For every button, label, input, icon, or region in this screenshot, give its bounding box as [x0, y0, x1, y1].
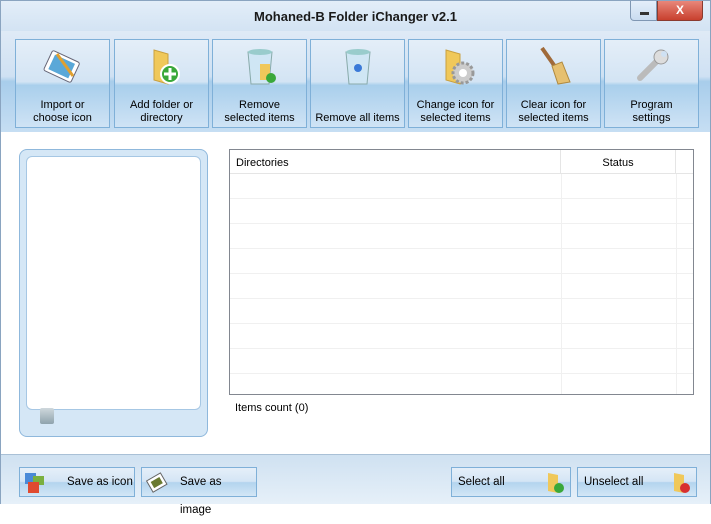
column-divider: [676, 174, 677, 394]
save-as-image-label: Save as image: [180, 476, 222, 516]
folder-gear-icon: [445, 49, 475, 85]
import-label-2: choose icon: [33, 112, 92, 124]
table-row: [230, 174, 693, 199]
table-row: [230, 349, 693, 374]
window-title: Mohaned-B Folder iChanger v2.1: [254, 9, 457, 24]
clear-icon-label-1: Clear icon for: [520, 99, 587, 111]
icon-preview-panel: [19, 149, 208, 437]
add-folder-button[interactable]: Add folder or directory: [114, 39, 209, 128]
items-count: Items count (0): [235, 402, 309, 414]
close-button[interactable]: X: [657, 1, 703, 21]
save-as-icon-label: Save as icon: [67, 476, 133, 488]
unselect-all-label: Unselect all: [584, 476, 644, 488]
select-all-button[interactable]: Select all: [451, 467, 571, 497]
table-row: [230, 299, 693, 324]
unselect-all-button[interactable]: Unselect all: [577, 467, 697, 497]
photo-icon: [146, 472, 168, 493]
table-row: [230, 249, 693, 274]
select-all-label: Select all: [458, 476, 505, 488]
recycle-bin-icon: [345, 49, 371, 85]
column-status[interactable]: Status: [561, 150, 676, 174]
remove-selected-label-2: selected items: [224, 112, 295, 124]
remove-selected-button[interactable]: Remove selected items: [212, 39, 307, 128]
add-folder-label-1: Add folder or: [130, 99, 193, 111]
import-button[interactable]: Import or choose icon: [15, 39, 110, 128]
table-row: [230, 274, 693, 299]
folder-add-icon: [153, 49, 180, 85]
clear-icon-label-2: selected items: [518, 112, 589, 124]
minimize-button[interactable]: [630, 1, 657, 21]
toolbar: Import or choose icon Add folder or direct…: [1, 31, 710, 132]
folder-remove-icon: [674, 473, 690, 493]
table-row: [230, 199, 693, 224]
import-label-1: Import or: [40, 99, 85, 111]
change-icon-button[interactable]: Change icon for selected items: [408, 39, 503, 128]
table-header: Directories Status: [230, 150, 693, 174]
settings-label-2: settings: [632, 112, 671, 124]
change-icon-label-1: Change icon for: [416, 99, 495, 111]
save-as-icon-button[interactable]: Save as icon: [19, 467, 135, 497]
folder-check-icon: [548, 473, 564, 493]
save-as-image-button[interactable]: Save as image: [141, 467, 257, 516]
column-divider: [561, 174, 562, 394]
wrench-icon: [637, 49, 669, 81]
title-bar: Mohaned-B Folder iChanger v2.1: [1, 1, 710, 31]
remove-selected-label-1: Remove: [239, 99, 280, 111]
clear-icon-button[interactable]: Clear icon for selected items: [506, 39, 601, 128]
table-row: [230, 224, 693, 249]
app-window: Mohaned-B Folder iChanger v2.1 X Import …: [0, 0, 711, 516]
remove-all-label-2: Remove all items: [315, 112, 400, 124]
table-row: [230, 324, 693, 349]
icon-preview-area[interactable]: [26, 156, 201, 410]
directories-table[interactable]: Directories Status: [229, 149, 694, 395]
broom-icon: [540, 46, 571, 85]
remove-all-button[interactable]: Remove all items: [310, 39, 405, 128]
bottom-bar: Save as icon Save as image Select all Un…: [1, 454, 710, 516]
recycle-bin-check-icon: [247, 49, 276, 85]
recycle-icon[interactable]: [40, 408, 54, 424]
settings-label-1: Program: [630, 99, 673, 111]
settings-button[interactable]: Program settings: [604, 39, 699, 128]
column-directories[interactable]: Directories: [230, 150, 561, 174]
icon-tiles-icon: [25, 473, 44, 493]
change-icon-label-2: selected items: [420, 112, 491, 124]
image-edit-icon: [43, 50, 80, 83]
add-folder-label-2: directory: [140, 112, 183, 124]
